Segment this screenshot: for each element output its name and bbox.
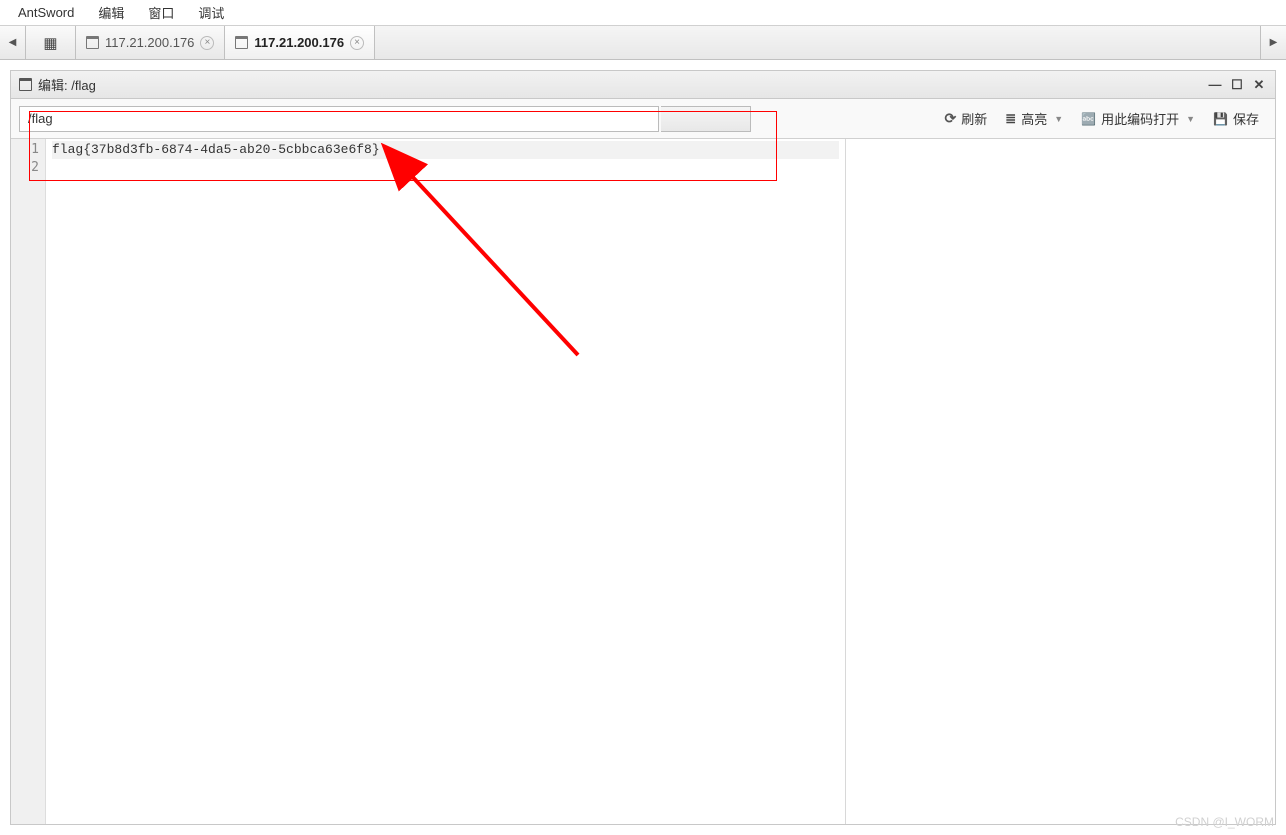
tab-bar: ◀ ▦ 117.21.200.176 × 117.21.200.176 × ▶: [0, 26, 1286, 60]
chevron-down-icon: ▼: [1186, 114, 1195, 124]
panel-title: 编辑: /flag: [38, 75, 96, 94]
minimize-button[interactable]: —: [1207, 77, 1223, 93]
menu-edit[interactable]: 编辑: [88, 0, 134, 25]
menu-window[interactable]: 窗口: [138, 0, 184, 25]
close-button[interactable]: ✕: [1251, 77, 1267, 93]
maximize-button[interactable]: ☐: [1229, 77, 1245, 93]
tab-label: 117.21.200.176: [105, 35, 194, 50]
grid-icon: ▦: [43, 34, 57, 52]
folder-icon: [235, 36, 248, 49]
code-editor[interactable]: flag{37b8d3fb-6874-4da5-ab20-5cbbca63e6f…: [46, 139, 845, 824]
editor-main: 1 2 flag{37b8d3fb-6874-4da5-ab20-5cbbca6…: [11, 139, 845, 824]
close-icon[interactable]: ×: [350, 36, 364, 50]
line-number-gutter: 1 2: [11, 139, 46, 824]
editor-panel: 编辑: /flag — ☐ ✕ 刷新 高亮 ▼ 用此编码打开 ▼ 保存: [10, 70, 1276, 825]
code-line: flag{37b8d3fb-6874-4da5-ab20-5cbbca63e6f…: [52, 141, 839, 159]
tab-home[interactable]: ▦: [26, 26, 76, 59]
file-icon: [19, 78, 32, 91]
line-number: 1: [11, 141, 39, 159]
save-button[interactable]: 保存: [1205, 105, 1267, 132]
refresh-icon: [945, 110, 957, 127]
watermark: CSDN @I_WORM: [1175, 815, 1274, 829]
editor-toolbar: 刷新 高亮 ▼ 用此编码打开 ▼ 保存: [11, 99, 1275, 139]
path-input[interactable]: [19, 106, 659, 132]
editor-body: 1 2 flag{37b8d3fb-6874-4da5-ab20-5cbbca6…: [11, 139, 1275, 824]
panel-header: 编辑: /flag — ☐ ✕: [11, 71, 1275, 99]
save-icon: [1213, 111, 1228, 126]
menu-debug[interactable]: 调试: [188, 0, 234, 25]
highlight-button[interactable]: 高亮 ▼: [997, 105, 1071, 132]
menu-app-name[interactable]: AntSword: [8, 2, 84, 23]
folder-icon: [86, 36, 99, 49]
close-icon[interactable]: ×: [200, 36, 214, 50]
encoding-button[interactable]: 用此编码打开 ▼: [1073, 105, 1203, 132]
side-panel: [845, 139, 1275, 824]
refresh-button[interactable]: 刷新: [937, 105, 996, 132]
tab-label: 117.21.200.176: [254, 35, 344, 50]
encoding-icon: [1081, 111, 1096, 126]
path-go-button[interactable]: [661, 106, 751, 132]
tab-1[interactable]: 117.21.200.176 ×: [225, 26, 375, 59]
line-number: 2: [11, 159, 39, 177]
highlight-icon: [1005, 111, 1016, 127]
menubar: AntSword 编辑 窗口 调试: [0, 0, 1286, 26]
tab-scroll-left[interactable]: ◀: [0, 26, 26, 59]
chevron-down-icon: ▼: [1054, 114, 1063, 124]
tab-scroll-right[interactable]: ▶: [1260, 26, 1286, 59]
tab-0[interactable]: 117.21.200.176 ×: [76, 26, 225, 59]
